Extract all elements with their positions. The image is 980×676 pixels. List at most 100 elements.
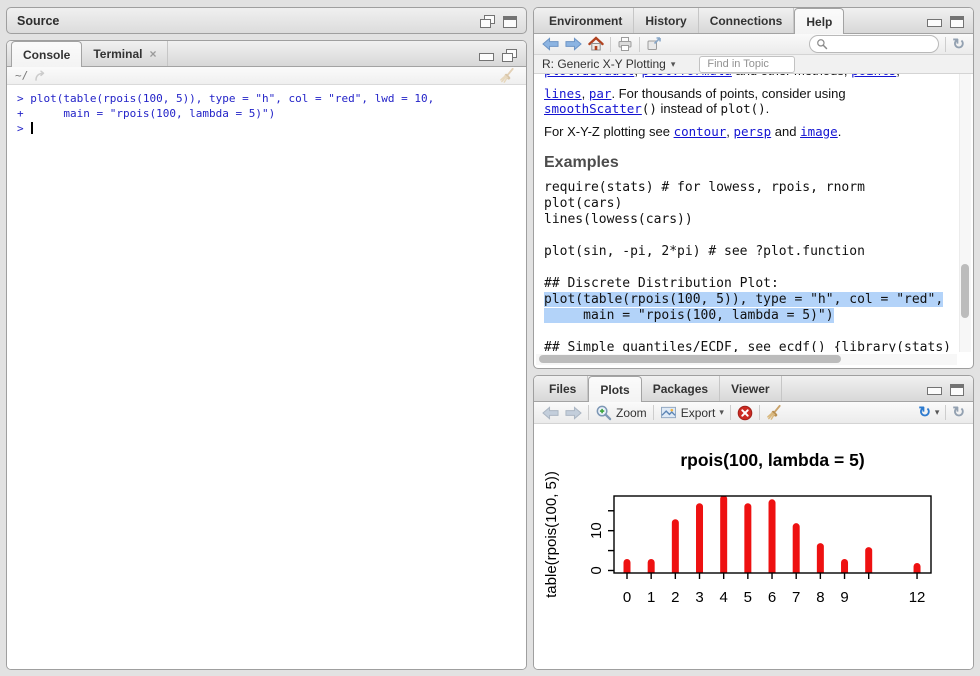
code-line bbox=[544, 228, 955, 244]
restore-panes-icon[interactable] bbox=[502, 49, 517, 62]
source-window-buttons bbox=[480, 15, 517, 28]
chevron-down-icon: ▾ bbox=[719, 408, 724, 417]
help-tabstrip: EnvironmentHistoryConnectionsHelp bbox=[534, 8, 973, 34]
rstudio-window: Source ConsoleTerminal× ~/ > plot(table(… bbox=[0, 0, 980, 676]
maximize-pane-icon[interactable] bbox=[503, 16, 517, 28]
help-window-buttons bbox=[927, 16, 964, 28]
help-text: . bbox=[766, 101, 770, 116]
help-topic-title: R: Generic X-Y Plotting ▾ bbox=[542, 57, 675, 71]
help-link[interactable]: persp bbox=[734, 124, 772, 139]
svg-text:4: 4 bbox=[720, 589, 728, 606]
vertical-scrollbar-thumb[interactable] bbox=[961, 264, 969, 318]
code-line: plot(table(rpois(100, 5)), type = "h", c… bbox=[544, 292, 955, 308]
toolbar-separator bbox=[639, 37, 640, 52]
plots-tabstrip: FilesPlotsPackagesViewer bbox=[534, 376, 973, 402]
publish-plot-button[interactable]: ↻ ▾ bbox=[918, 405, 939, 420]
plots-window-buttons bbox=[927, 384, 964, 396]
minimize-pane-icon[interactable] bbox=[927, 19, 942, 27]
back-icon[interactable] bbox=[542, 37, 559, 51]
console-tabstrip: ConsoleTerminal× bbox=[7, 41, 526, 67]
export-plot-button[interactable]: Export ▾ bbox=[660, 405, 724, 420]
horizontal-scrollbar bbox=[536, 354, 957, 365]
vertical-scrollbar bbox=[959, 74, 971, 352]
zoom-magnifier-icon bbox=[595, 404, 612, 421]
help-code-block: require(stats) # for lowess, rpois, rnor… bbox=[544, 180, 955, 352]
help-link[interactable]: smoothScatter bbox=[544, 101, 642, 116]
help-text: . For thousands of points, consider usin… bbox=[611, 86, 845, 101]
tab-history[interactable]: History bbox=[634, 8, 698, 33]
help-link[interactable]: points bbox=[851, 74, 896, 78]
code-line: plot(sin, -pi, 2*pi) # see ?plot.functio… bbox=[544, 244, 955, 260]
chevron-down-icon[interactable]: ▾ bbox=[671, 60, 676, 69]
help-search-input[interactable] bbox=[832, 37, 932, 51]
refresh-plot-icon[interactable]: ↻ bbox=[952, 405, 965, 420]
inline-code: plot() bbox=[721, 101, 766, 116]
print-icon[interactable] bbox=[617, 36, 633, 52]
help-text: instead of bbox=[657, 101, 721, 116]
help-link[interactable]: lines bbox=[544, 86, 582, 101]
close-tab-icon[interactable]: × bbox=[149, 47, 156, 61]
console-output[interactable]: > plot(table(rpois(100, 5)), type = "h",… bbox=[7, 85, 526, 669]
inline-code: () bbox=[642, 101, 657, 116]
source-pane: Source bbox=[6, 7, 527, 34]
zoom-plot-button[interactable]: Zoom bbox=[595, 404, 647, 421]
remove-plot-icon[interactable] bbox=[737, 405, 753, 421]
help-link[interactable]: plot.formula bbox=[642, 74, 732, 78]
chevron-down-icon: ▾ bbox=[935, 408, 940, 417]
console-line: + main = "rpois(100, lambda = 5)") bbox=[17, 106, 526, 121]
svg-text:9: 9 bbox=[840, 589, 848, 606]
plots-content: 010012345678912rpois(100, lambda = 5)tab… bbox=[534, 424, 973, 669]
console-pane: ConsoleTerminal× ~/ > plot(table(rpois(1… bbox=[6, 40, 527, 670]
svg-text:2: 2 bbox=[671, 589, 679, 606]
refresh-icon[interactable]: ↻ bbox=[952, 37, 965, 52]
tab-environment[interactable]: Environment bbox=[538, 8, 634, 33]
maximize-pane-icon[interactable] bbox=[950, 16, 964, 28]
help-link[interactable]: par bbox=[589, 86, 612, 101]
help-clipped-line: plot.default, plot.formula and other met… bbox=[544, 74, 955, 79]
forward-icon[interactable] bbox=[565, 37, 582, 51]
tab-plots[interactable]: Plots bbox=[588, 376, 641, 402]
minimize-pane-icon[interactable] bbox=[479, 53, 494, 61]
maximize-pane-icon[interactable] bbox=[950, 384, 964, 396]
help-text: . bbox=[838, 124, 842, 139]
open-in-new-window-icon[interactable] bbox=[646, 36, 662, 52]
tab-help[interactable]: Help bbox=[794, 8, 844, 34]
find-in-topic-input[interactable] bbox=[699, 56, 795, 73]
clear-console-broom-icon[interactable] bbox=[499, 67, 516, 84]
svg-text:7: 7 bbox=[792, 589, 800, 606]
code-line: main = "rpois(100, lambda = 5)") bbox=[544, 308, 955, 324]
tab-packages[interactable]: Packages bbox=[642, 376, 720, 401]
next-plot-icon[interactable] bbox=[565, 406, 582, 420]
clear-all-plots-broom-icon[interactable] bbox=[766, 404, 783, 421]
help-link[interactable]: image bbox=[800, 124, 838, 139]
tab-files[interactable]: Files bbox=[538, 376, 588, 401]
tab-connections[interactable]: Connections bbox=[699, 8, 795, 33]
help-paragraph: lines, par. For thousands of points, con… bbox=[544, 86, 955, 116]
restore-panes-icon[interactable] bbox=[480, 15, 495, 28]
toolbar-separator bbox=[945, 37, 946, 52]
help-link[interactable]: plot.default bbox=[544, 74, 634, 78]
help-text: and bbox=[771, 124, 800, 139]
tab-viewer[interactable]: Viewer bbox=[720, 376, 781, 401]
previous-plot-icon[interactable] bbox=[542, 406, 559, 420]
home-icon[interactable] bbox=[588, 36, 604, 52]
help-content: plot.default, plot.formula and other met… bbox=[534, 74, 959, 352]
code-line: ## Simple quantiles/ECDF, see ecdf() {li… bbox=[544, 340, 955, 352]
help-text: , bbox=[896, 74, 900, 78]
tab-console[interactable]: Console bbox=[11, 41, 82, 67]
help-paragraph: For X-Y-Z plotting see contour, persp an… bbox=[544, 124, 955, 139]
goto-directory-icon[interactable] bbox=[34, 70, 48, 82]
toolbar-separator bbox=[588, 405, 589, 420]
plots-toolbar: Zoom Export ▾ bbox=[534, 402, 973, 424]
code-line: lines(lowess(cars)) bbox=[544, 212, 955, 228]
toolbar-separator bbox=[653, 405, 654, 420]
toolbar-separator bbox=[610, 37, 611, 52]
publish-icon: ↻ bbox=[918, 405, 931, 420]
svg-text:5: 5 bbox=[744, 589, 752, 606]
horizontal-scrollbar-thumb[interactable] bbox=[539, 355, 841, 363]
tab-terminal[interactable]: Terminal× bbox=[82, 41, 168, 66]
toolbar-separator bbox=[759, 405, 760, 420]
minimize-pane-icon[interactable] bbox=[927, 387, 942, 395]
console-line: > plot(table(rpois(100, 5)), type = "h",… bbox=[17, 91, 526, 106]
help-link[interactable]: contour bbox=[674, 124, 727, 139]
